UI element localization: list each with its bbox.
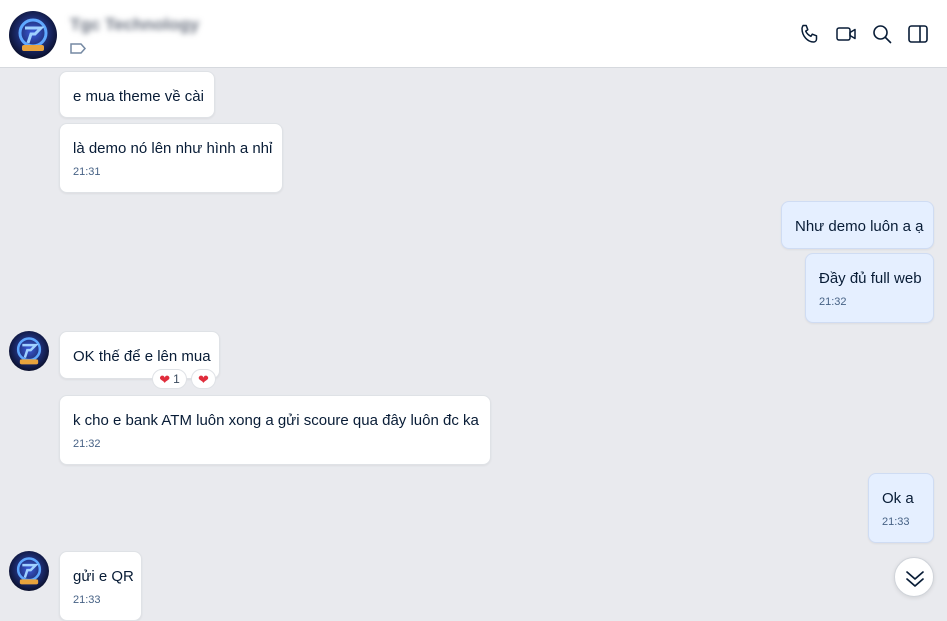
heart-icon: ❤ <box>159 371 171 387</box>
reaction-count[interactable]: ❤ 1 <box>152 369 187 389</box>
message-bubble[interactable]: e mua theme về cài <box>59 71 215 118</box>
message-bubble[interactable]: Đầy đủ full web 21:32 <box>805 253 934 323</box>
contact-avatar[interactable] <box>9 11 57 59</box>
message-time: 21:33 <box>882 516 910 528</box>
message-text: gửi e QR <box>73 568 134 585</box>
double-chevron-down-icon <box>906 571 924 587</box>
message-text: Ok a <box>882 490 914 507</box>
search-icon[interactable] <box>870 22 894 46</box>
message-bubble[interactable]: là demo nó lên như hình a nhỉ 21:31 <box>59 123 283 193</box>
label-tag-icon[interactable] <box>70 43 86 54</box>
message-text: OK thế để e lên mua <box>73 348 211 365</box>
message-text: Như demo luôn a ạ <box>795 218 924 235</box>
message-time: 21:32 <box>819 296 847 308</box>
add-reaction-button[interactable]: ❤ <box>191 369 216 389</box>
video-call-icon[interactable] <box>834 22 858 46</box>
contact-name[interactable]: Tgc Technology <box>70 15 199 35</box>
heart-icon: ❤ <box>198 371 209 387</box>
message-bubble[interactable]: Ok a 21:33 <box>868 473 934 543</box>
message-bubble[interactable]: Như demo luôn a ạ <box>781 201 934 249</box>
message-bubble[interactable]: gửi e QR 21:33 <box>59 551 142 621</box>
chat-header: Tgc Technology <box>0 0 947 68</box>
message-text: là demo nó lên như hình a nhỉ <box>73 140 273 157</box>
message-list[interactable]: e mua theme về cài là demo nó lên như hì… <box>0 68 947 621</box>
message-text: k cho e bank ATM luôn xong a gửi scoure … <box>73 412 479 429</box>
message-text: e mua theme về cài <box>73 88 204 105</box>
contact-avatar[interactable] <box>9 551 49 591</box>
reaction-count-text: 1 <box>173 372 180 386</box>
message-bubble[interactable]: k cho e bank ATM luôn xong a gửi scoure … <box>59 395 491 465</box>
message-time: 21:32 <box>73 438 101 450</box>
call-icon[interactable] <box>798 22 822 46</box>
message-time: 21:33 <box>73 594 101 606</box>
sidebar-toggle-icon[interactable] <box>906 22 930 46</box>
contact-avatar[interactable] <box>9 331 49 371</box>
scroll-to-bottom-button[interactable] <box>894 557 934 597</box>
message-time: 21:31 <box>73 166 101 178</box>
message-text: Đầy đủ full web <box>819 270 922 287</box>
